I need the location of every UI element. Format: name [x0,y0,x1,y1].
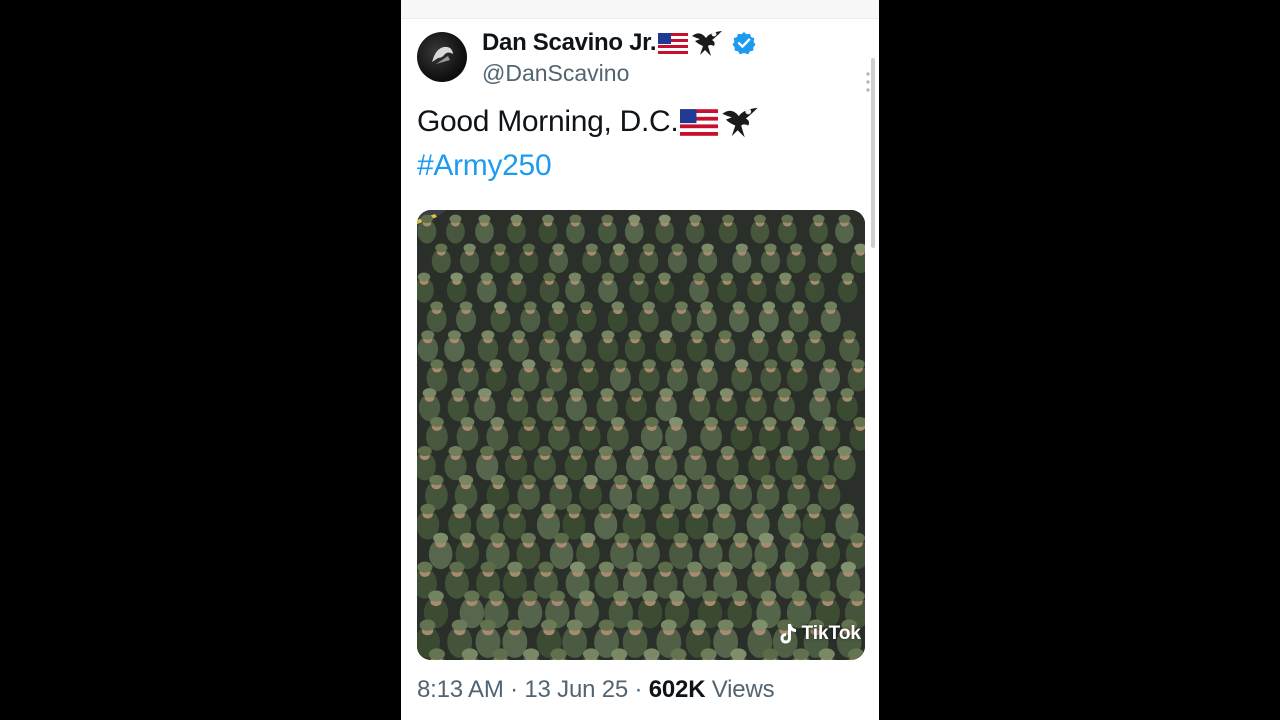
eagle-icon [722,107,759,138]
tiktok-watermark: TikTok [776,622,861,646]
flag-usa-icon [658,32,689,54]
eagle-icon [692,31,723,56]
meta-separator: · [503,676,525,703]
hashtag-link[interactable]: #Army250 [417,144,857,188]
tiktok-watermark-text: TikTok [801,623,861,644]
author-name-row[interactable]: Dan Scavino Jr. [482,29,756,57]
tweet-meta: 8:13 AM · 13 Jun 25 · 602K Views [417,676,775,704]
tiktok-logo-icon [780,624,796,644]
top-bar [401,0,879,19]
views-count: 602K [648,676,706,703]
tweet-text-greeting: Good Morning, D.C. [417,105,679,138]
avatar-emblem-icon [432,46,453,64]
views-label: Views [711,676,775,703]
tweet-screenshot: Dan Scavino Jr. @DanScavino Good Morning… [401,0,879,720]
video-frame: Dan Scavino Jr. @DanScavino Good Morning… [0,0,1280,720]
meta-separator: · [628,676,649,703]
verified-badge-icon [732,32,756,55]
more-options-icon[interactable] [864,70,872,94]
tweet-header: Dan Scavino Jr. @DanScavino [417,29,870,92]
author-handle[interactable]: @DanScavino [482,60,629,87]
tweet-text: Good Morning, D.C. #Army250 [417,100,857,188]
tweet-text-line: Good Morning, D.C. [417,100,857,144]
tweet-date[interactable]: 13 Jun 25 [524,676,628,703]
author-display-name[interactable]: Dan Scavino Jr. [482,29,657,57]
avatar[interactable] [417,32,467,82]
marching-soldiers-photo [417,210,865,660]
tweet-media-photo[interactable]: TikTok [417,210,865,660]
tweet-time[interactable]: 8:13 AM [417,676,504,703]
flag-usa-icon [680,108,719,136]
